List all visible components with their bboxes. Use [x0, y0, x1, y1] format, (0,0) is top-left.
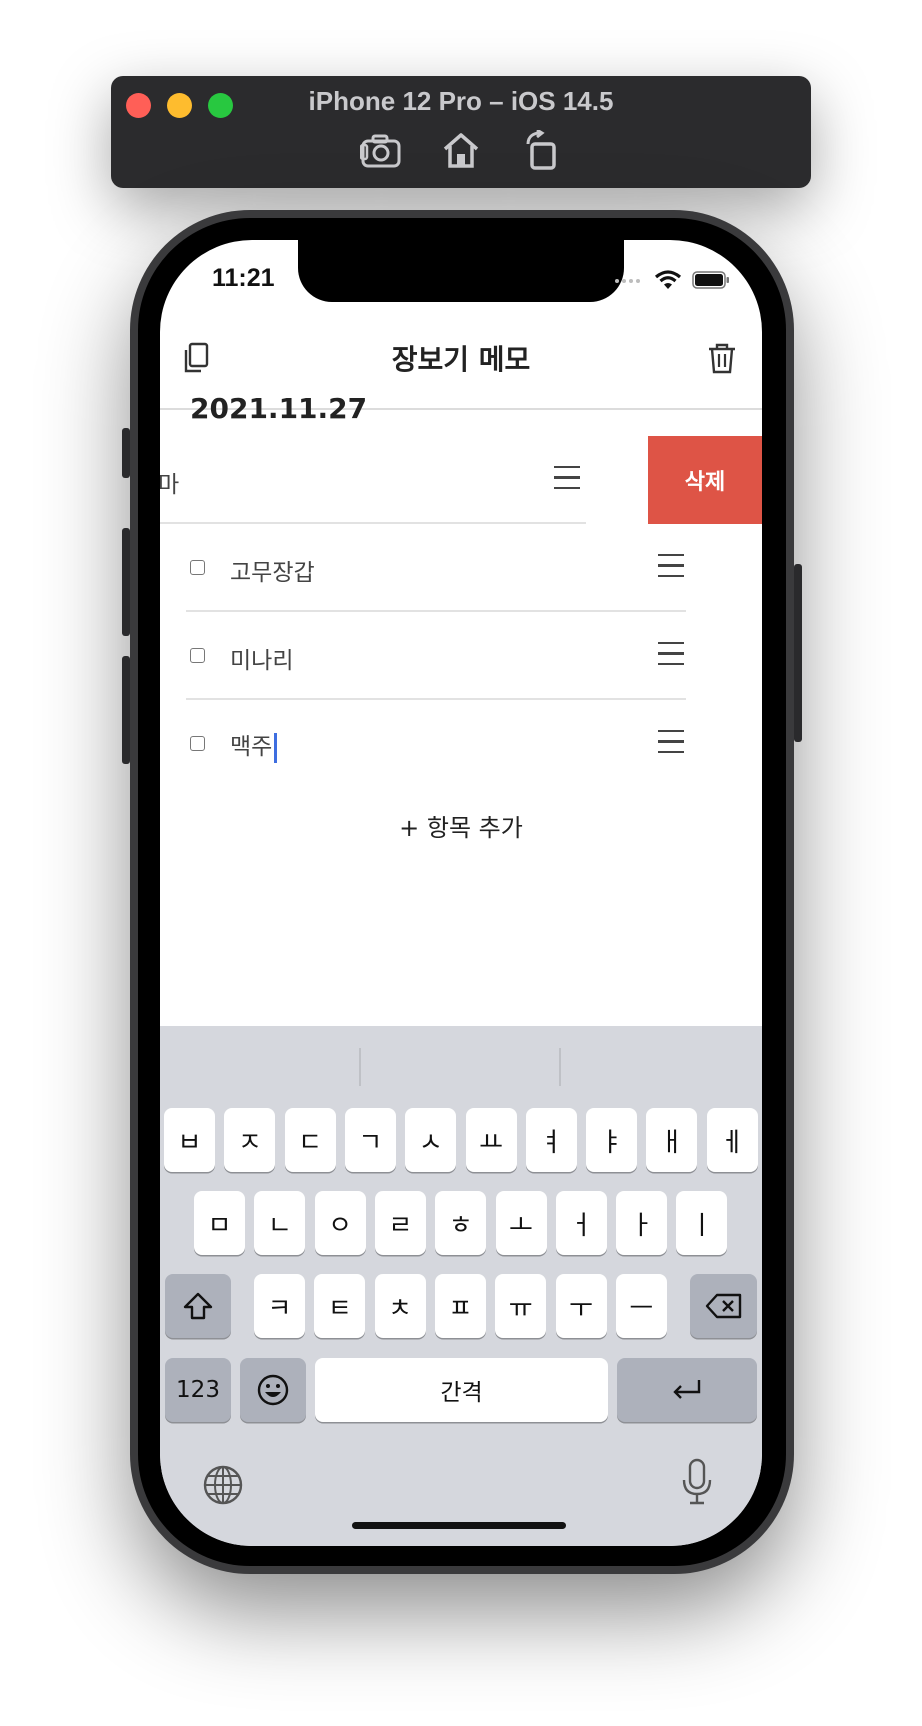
key-3-0[interactable]: ㅋ — [254, 1274, 305, 1338]
item-checkbox[interactable] — [190, 736, 205, 751]
key-3-5[interactable]: ㅜ — [555, 1274, 607, 1338]
mic-icon[interactable] — [680, 1458, 714, 1510]
item-text-value: 맥주 — [230, 734, 273, 760]
screenshot-icon[interactable] — [359, 128, 403, 172]
shift-key[interactable] — [165, 1274, 231, 1338]
key-1-9[interactable]: ㅔ — [706, 1108, 758, 1172]
delete-button[interactable]: 삭제 — [648, 436, 762, 524]
suggestion-divider — [559, 1048, 561, 1086]
mute-switch — [122, 428, 130, 478]
home-indicator — [352, 1522, 566, 1529]
emoji-key[interactable] — [240, 1358, 306, 1422]
key-1-7[interactable]: ㅑ — [586, 1108, 638, 1172]
space-key[interactable]: 간격 — [315, 1358, 608, 1422]
key-1-0[interactable]: ㅂ — [164, 1108, 215, 1172]
text-caret — [274, 732, 278, 763]
item-checkbox[interactable] — [190, 648, 205, 663]
list-item-text[interactable]: 미나리 — [230, 641, 293, 675]
key-2-2[interactable]: ㅇ — [314, 1191, 366, 1255]
key-2-4[interactable]: ㅎ — [435, 1191, 487, 1255]
shift-icon — [183, 1292, 213, 1320]
drag-handle-icon[interactable] — [554, 466, 580, 490]
list-item-text[interactable]: 고무장갑 — [230, 553, 315, 587]
key-1-8[interactable]: ㅐ — [646, 1108, 698, 1172]
wifi-icon — [654, 270, 682, 289]
drag-handle-icon[interactable] — [658, 730, 684, 754]
key-1-1[interactable]: ㅈ — [224, 1108, 276, 1172]
key-2-6[interactable]: ㅓ — [555, 1191, 607, 1255]
trash-icon — [709, 343, 735, 374]
add-item-button[interactable]: + 항목 추가 — [160, 808, 762, 843]
key-2-0[interactable]: ㅁ — [194, 1191, 245, 1255]
key-1-2[interactable]: ㄷ — [284, 1108, 336, 1172]
simulator-title: iPhone 12 Pro – iOS 14.5 — [308, 86, 614, 116]
globe-icon[interactable] — [202, 1464, 244, 1510]
drag-handle-icon[interactable] — [658, 554, 684, 578]
phone-screen: 11:21 장보기 메모 2021.11.27 마 삭제 고무장갑 미나리 맥주… — [160, 240, 762, 1546]
emoji-icon — [257, 1374, 289, 1406]
list-item: 미나리 — [186, 612, 686, 700]
notch — [298, 240, 624, 302]
key-3-3[interactable]: ㅍ — [434, 1274, 486, 1338]
backspace-key[interactable] — [690, 1274, 757, 1338]
memo-date: 2021.11.27 — [190, 392, 368, 425]
key-3-4[interactable]: ㅠ — [495, 1274, 547, 1338]
home-icon[interactable] — [439, 128, 483, 172]
key-1-4[interactable]: ㅅ — [405, 1108, 457, 1172]
battery-icon — [692, 271, 729, 289]
page-title: 장보기 메모 — [391, 343, 531, 376]
list-item-editing: 맥주 — [186, 700, 686, 788]
status-time: 11:21 — [212, 264, 275, 292]
item-text-input[interactable]: 맥주 — [230, 727, 278, 763]
list-item: 고무장갑 — [186, 524, 686, 612]
key-1-6[interactable]: ㅕ — [525, 1108, 577, 1172]
key-2-7[interactable]: ㅏ — [616, 1191, 668, 1255]
key-1-3[interactable]: ㄱ — [344, 1108, 396, 1172]
key-2-5[interactable]: ㅗ — [495, 1191, 547, 1255]
suggestion-divider — [359, 1048, 361, 1086]
key-3-6[interactable]: ㅡ — [615, 1274, 667, 1338]
list-item-text[interactable]: 마 — [160, 465, 179, 499]
key-2-1[interactable]: ㄴ — [254, 1191, 306, 1255]
numbers-key[interactable]: 123 — [165, 1358, 231, 1422]
return-icon — [673, 1380, 701, 1399]
return-key[interactable] — [617, 1358, 757, 1422]
volume-down-button — [122, 656, 130, 764]
backspace-icon — [705, 1293, 741, 1319]
suggestion-bar — [160, 1026, 762, 1104]
key-2-8[interactable]: ㅣ — [676, 1191, 728, 1255]
trash-button[interactable] — [702, 338, 742, 378]
status-icons — [614, 270, 730, 290]
key-3-2[interactable]: ㅊ — [374, 1274, 426, 1338]
rotate-icon[interactable] — [519, 128, 563, 172]
key-3-1[interactable]: ㅌ — [314, 1274, 366, 1338]
drag-handle-icon[interactable] — [658, 642, 684, 666]
simulator-toolbar: iPhone 12 Pro – iOS 14.5 — [111, 76, 811, 188]
key-2-3[interactable]: ㄹ — [374, 1191, 426, 1255]
keyboard: ㅂㅈㄷㄱㅅㅛㅕㅑㅐㅔ ㅁㄴㅇㄹㅎㅗㅓㅏㅣ ㅋㅌㅊㅍㅠㅜㅡ 123 간격 — [160, 1026, 762, 1546]
side-power-button — [794, 564, 802, 742]
list-item-swiped[interactable]: 마 — [160, 436, 620, 524]
volume-up-button — [122, 528, 130, 636]
item-checkbox[interactable] — [190, 560, 205, 575]
key-1-5[interactable]: ㅛ — [465, 1108, 517, 1172]
signal-icon — [615, 279, 640, 283]
